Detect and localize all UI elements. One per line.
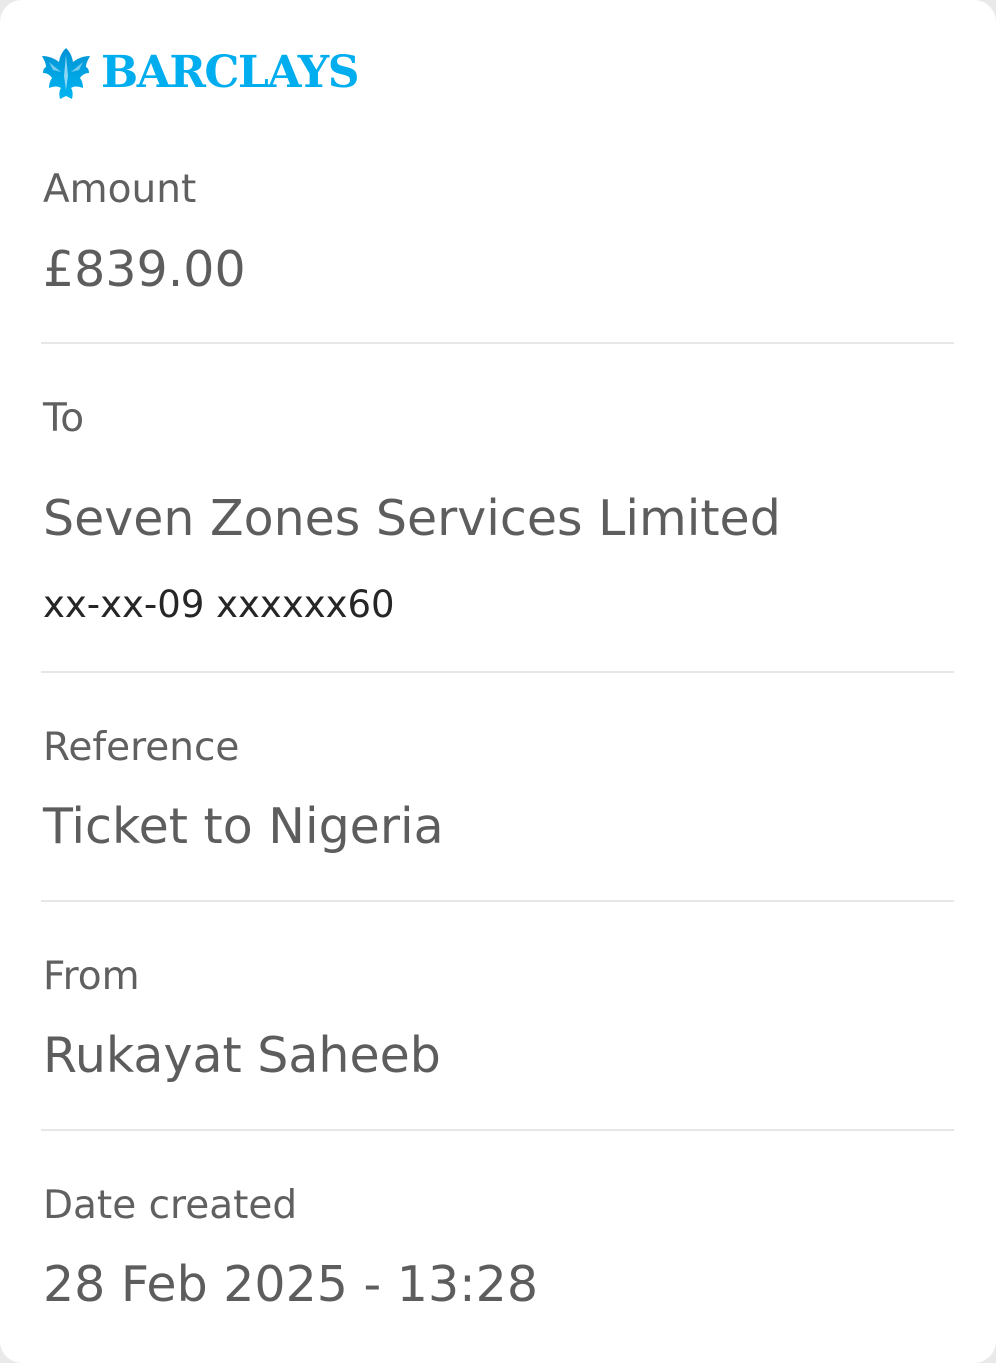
date-created-label: Date created [43,1183,298,1228]
brand-name: BARCLAYS [101,47,359,98]
reference-value: Ticket to Nigeria [43,798,444,855]
recipient-account: xx-xx-09 xxxxxx60 [43,583,395,626]
sender-name: Rukayat Saheeb [43,1027,441,1084]
from-label: From [43,954,140,999]
date-created-value: 28 Feb 2025 - 13:28 [43,1256,539,1313]
divider [41,342,954,344]
eagle-icon [42,48,90,99]
recipient-name: Seven Zones Services Limited [43,490,781,547]
divider [41,671,954,673]
to-label: To [43,396,85,441]
divider [41,900,954,902]
divider [41,1129,954,1131]
amount-label: Amount [43,167,197,212]
payment-receipt-card: BARCLAYS Amount £839.00 To Seven Zones S… [0,0,996,1363]
amount-value: £839.00 [43,241,246,298]
barclays-logo: BARCLAYS [41,46,359,100]
reference-label: Reference [43,725,240,770]
